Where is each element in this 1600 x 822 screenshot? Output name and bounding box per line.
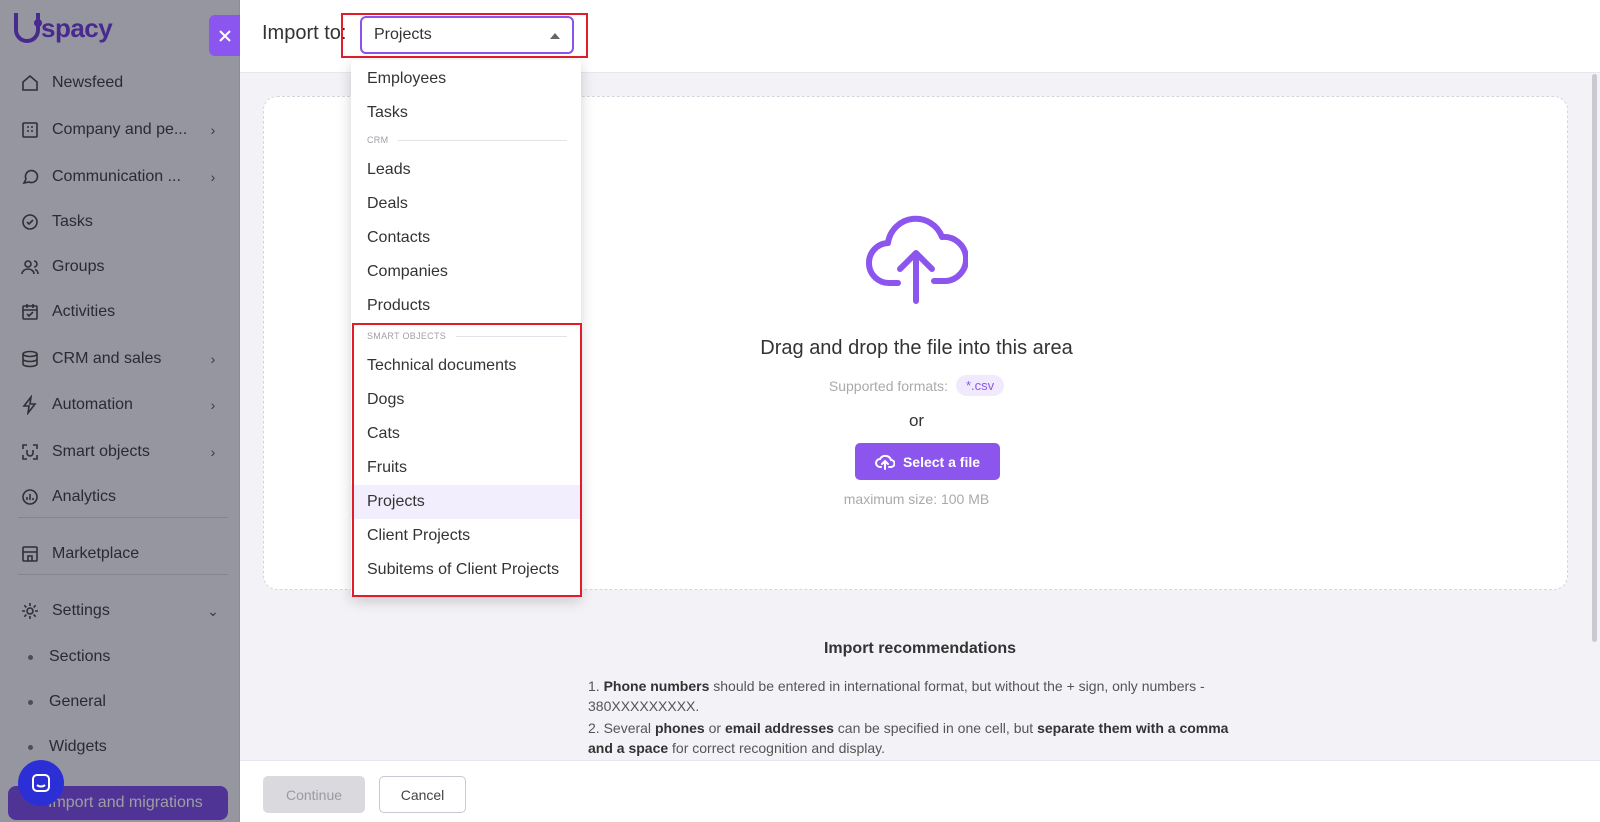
import-target-select[interactable]: Projects [360, 16, 574, 54]
chat-support-button[interactable] [18, 760, 64, 806]
select-file-label: Select a file [902, 453, 981, 470]
rec-text: can be specified in one cell, but [833, 720, 1038, 736]
cloud-upload-icon [865, 215, 968, 304]
dropdown-option-companies[interactable]: Companies [351, 255, 581, 289]
continue-button[interactable]: Continue [263, 776, 365, 813]
select-value: Projects [374, 26, 432, 43]
dropdown-option-leads[interactable]: Leads [351, 153, 581, 187]
rec-text: 2. Several [588, 720, 655, 736]
rec-text: for correct recognition and display. [668, 740, 886, 756]
group-label: CRM [367, 135, 389, 145]
rec-bold: phones [654, 720, 705, 736]
cancel-button[interactable]: Cancel [379, 776, 466, 813]
chat-bubble-icon [32, 774, 50, 792]
dropdown-option-deals[interactable]: Deals [351, 187, 581, 221]
rec-text: 1. [588, 678, 604, 694]
recommendations-title: Import recommendations [823, 640, 1017, 657]
format-badge: *.csv [955, 375, 1005, 396]
upload-icon [874, 454, 895, 470]
rec-text: or [704, 720, 725, 736]
footer-actions: Continue Cancel [240, 760, 1600, 822]
dropdown-option-contacts[interactable]: Contacts [351, 221, 581, 255]
scrollbar[interactable] [1592, 74, 1597, 642]
dropdown-option-products[interactable]: Products [351, 289, 581, 323]
dropdown-option-employees[interactable]: Employees [351, 62, 581, 96]
rec-bold: email addresses [724, 720, 834, 736]
highlight-box-smart-objects [352, 323, 582, 597]
recommendation-1: 1. Phone numbers should be entered in in… [588, 676, 1238, 716]
close-panel-button[interactable] [209, 15, 240, 56]
import-to-label: Import to: [262, 22, 347, 44]
dropdown-option-tasks[interactable]: Tasks [351, 96, 581, 130]
modal-overlay[interactable] [0, 0, 240, 822]
select-file-button[interactable]: Select a file [855, 443, 1000, 480]
close-icon [218, 29, 231, 42]
formats-label: Supported formats: [828, 377, 948, 394]
dropdown-group-crm: CRM [367, 133, 567, 147]
rec-bold: Phone numbers [603, 678, 710, 694]
caret-up-icon [550, 33, 560, 39]
recommendation-2: 2. Several phones or email addresses can… [588, 718, 1238, 758]
